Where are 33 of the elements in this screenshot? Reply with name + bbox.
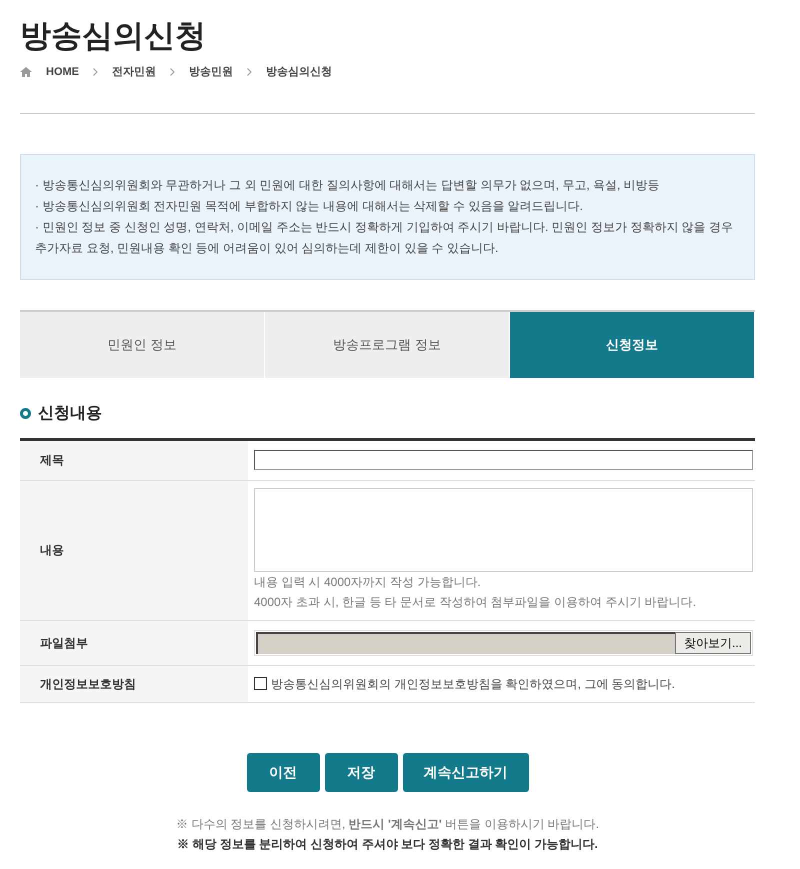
action-button[interactable]: 계속신고하기 [402, 752, 528, 792]
tab[interactable]: 신청정보 [510, 312, 755, 378]
chevron-icon [247, 68, 252, 76]
file-path-field[interactable] [256, 632, 675, 654]
breadcrumb-link[interactable]: 방송심의신청 [266, 64, 332, 80]
home-icon [20, 67, 32, 78]
action-button[interactable]: 저장 [324, 752, 398, 792]
notice-text: · 민원인 정보 중 신청인 성명, 연락처, 이메일 주소는 반드시 정확하게 기입하여 주시기 바랍니다. 민원인 정보가 정확하지 않을 경우 추가자료 요청, 민원내용 확인 등에 어려움이 있어 심의하는데 제한이 있을 수 있습니다. [35, 218, 734, 256]
note-text: ※ 다수의 정보를 신청하시려면, 반드시 '계속신고' 버튼을 이용하시기 바랍니다. [176, 816, 600, 832]
help-text: 내용 입력 시 4000자까지 작성 가능합니다. [254, 574, 482, 591]
browse-button[interactable]: 찾아보기... [674, 632, 751, 654]
chevron-icon [170, 68, 175, 76]
breadcrumb-link[interactable]: HOME [46, 64, 79, 80]
action-button[interactable]: 이전 [246, 752, 320, 792]
notice-text: · 방송통신심의위원회와 무관하거나 그 외 민원에 대한 질의사항에 대해서는 답변할 의무가 없으며, 무고, 욕설, 비방등 [35, 176, 661, 194]
breadcrumb-link[interactable]: 방송민원 [189, 64, 233, 80]
breadcrumb-link[interactable]: 전자민원 [112, 64, 156, 80]
field-label: 제목 [20, 440, 248, 480]
help-text: 4000자 초과 시, 한글 등 타 문서로 작성하여 첨부파일을 이용하여 주시기 바랍니다. [254, 594, 698, 611]
section-title: 신청내용 [38, 404, 102, 424]
tab[interactable]: 민원인 정보 [20, 312, 265, 378]
note-text: ※ 해당 정보를 분리하여 신청하여 주셔야 보다 정확한 결과 확인이 가능합니다. [177, 836, 598, 852]
tab[interactable]: 방송프로그램 정보 [265, 312, 510, 378]
agree-checkbox[interactable] [254, 677, 267, 690]
bullet-icon [20, 408, 31, 419]
notice-text: · 방송통신심의위원회 전자민원 목적에 부합하지 않는 내용에 대해서는 삭제할 수 있음을 알려드립니다. [35, 198, 584, 214]
title-input[interactable] [254, 450, 753, 470]
chevron-icon [93, 68, 98, 76]
page-title: 방송심의신청 [20, 17, 207, 55]
field-label: 파일첨부 [20, 620, 248, 664]
field-label: 내용 [20, 480, 248, 620]
field-label: 개인정보보호방침 [20, 666, 248, 702]
agree-label: 방송통신심의위원회의 개인정보보호방침을 확인하였으며, 그에 동의합니다. [271, 676, 676, 692]
